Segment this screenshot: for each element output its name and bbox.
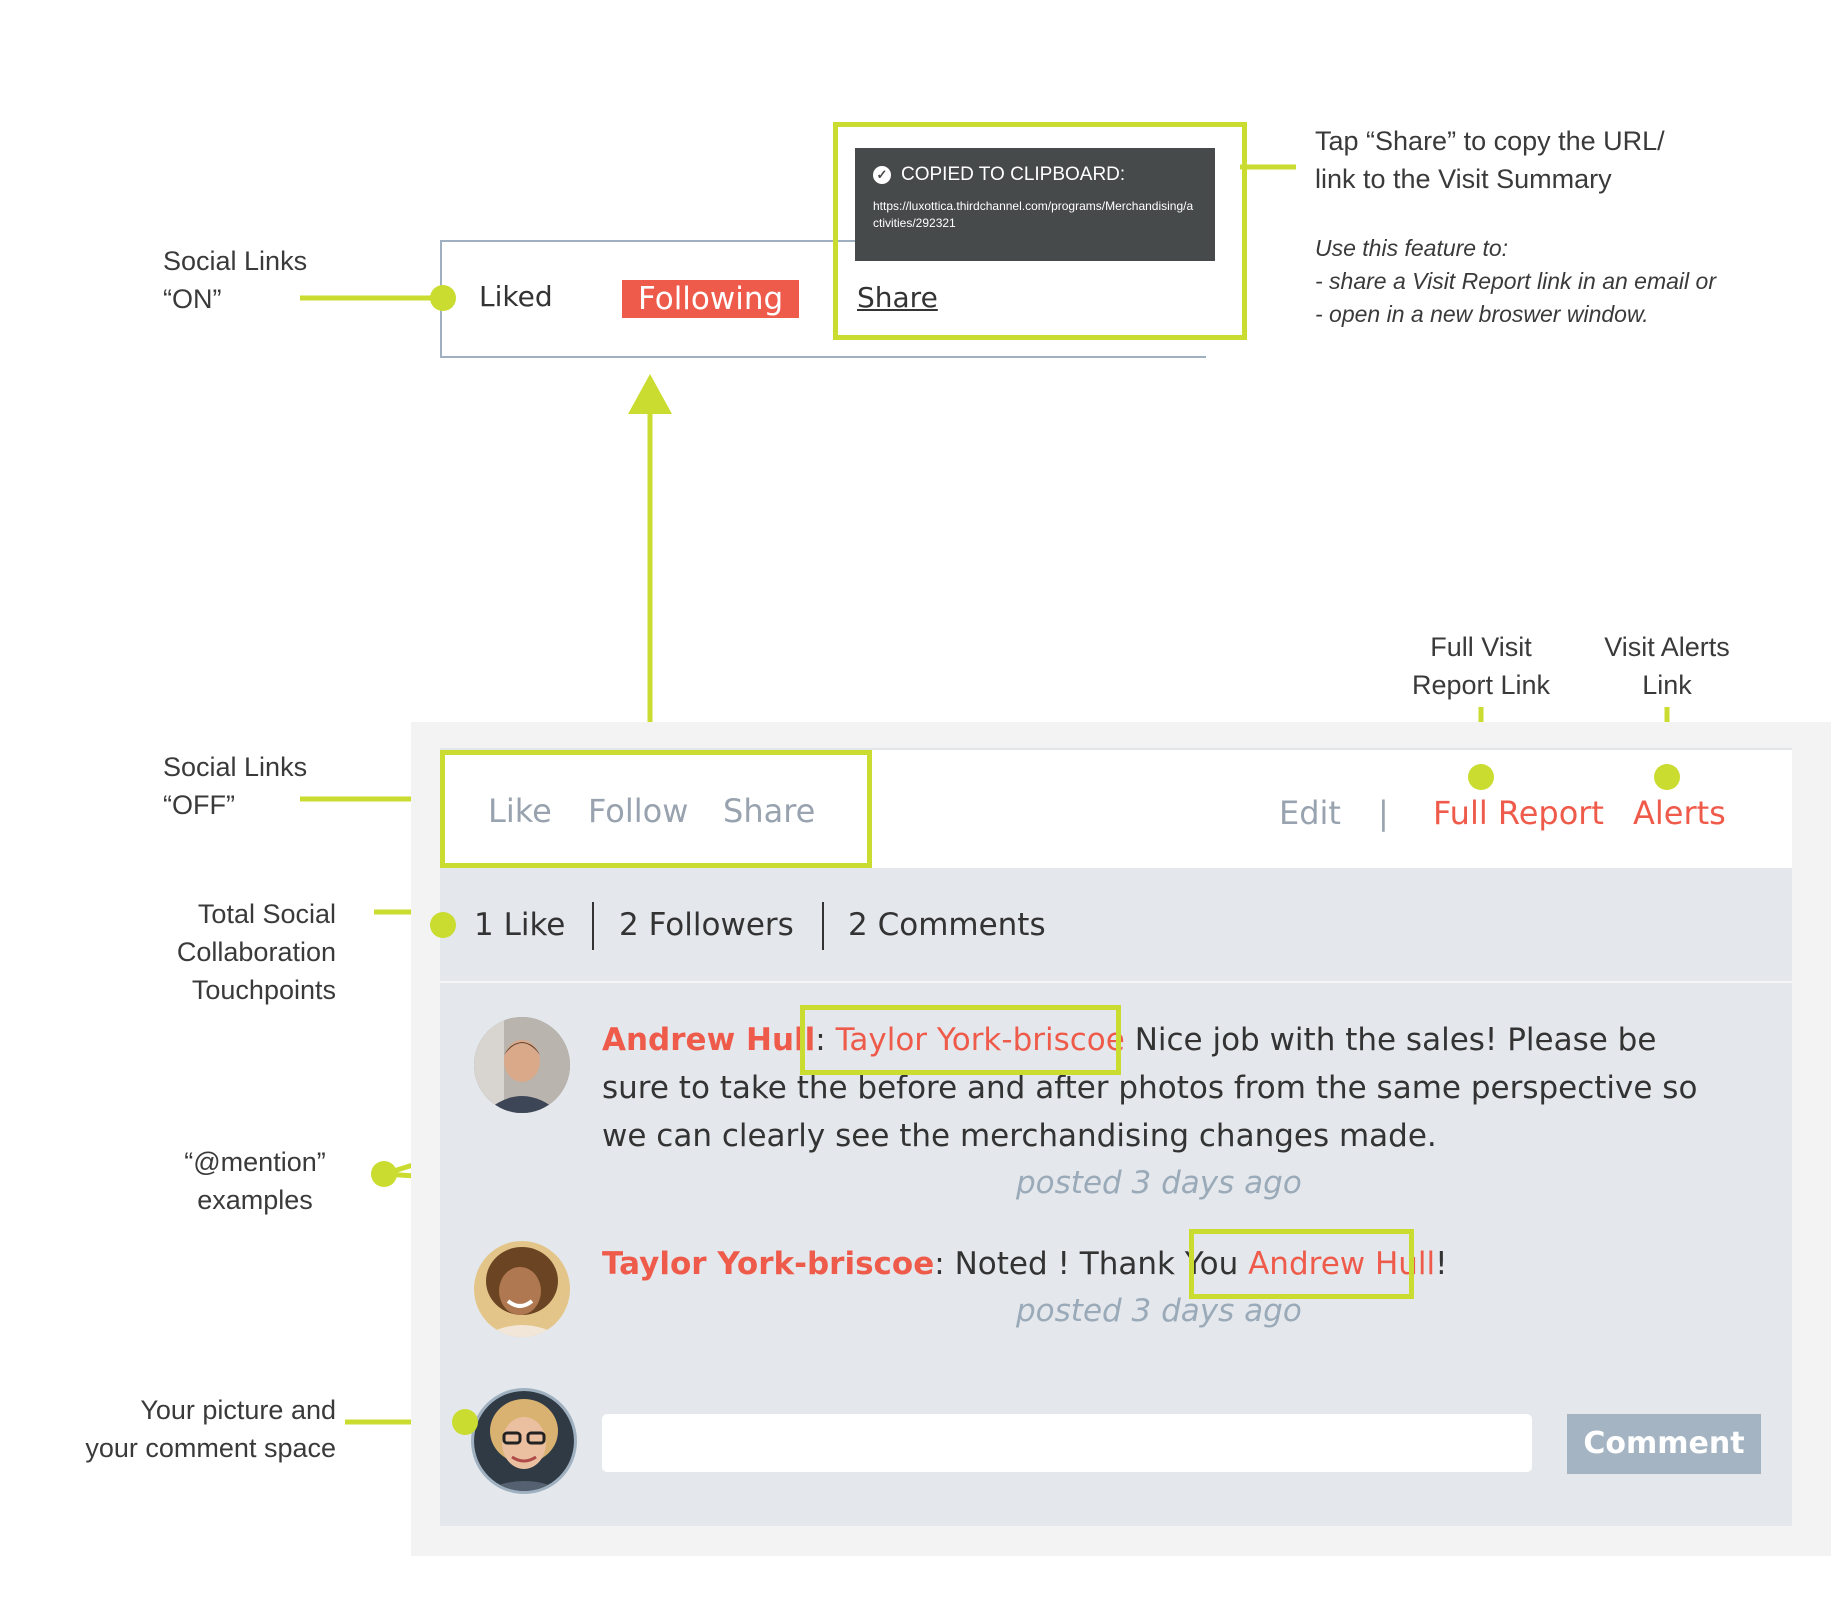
share-highlight [833,122,1247,340]
likes-count: 1 Like [474,907,566,943]
comment-input[interactable] [602,1414,1532,1472]
mention-highlight [1189,1229,1414,1299]
annotation-dot [430,912,456,938]
annotation-share-use: Use this feature to: - share a Visit Repo… [1315,235,1716,327]
followers-count: 2 Followers [619,907,794,943]
annotation-dot [430,285,456,311]
annotation-social-off: Social Links “OFF” [163,752,308,820]
annotation-your-picture: Your picture and your comment space [85,1395,336,1463]
comment-author[interactable]: Andrew Hull [602,1022,815,1058]
stats-separator [822,902,824,950]
stats-divider [440,981,1792,983]
comments-count: 2 Comments [848,907,1046,943]
annotation-touchpoints: Total Social Collaboration Touchpoints [176,899,336,1005]
avatar [474,1017,570,1113]
comment-time: posted 3 days ago [1016,1165,1302,1201]
annotation-mention: “@mention” examples [184,1147,326,1215]
avatar [474,1241,570,1337]
user-avatar [474,1391,574,1491]
edit-link[interactable]: Edit [1279,794,1341,832]
annotation-dot [371,1161,397,1187]
annotation-dot [1468,764,1494,790]
comment-author[interactable]: Taylor York-briscoe [602,1246,934,1282]
stats-separator [592,902,594,950]
social-off-highlight [440,750,872,868]
following-badge[interactable]: Following [622,280,800,318]
comment-body: Andrew Hull: Taylor York-briscoe Nice jo… [602,1022,1698,1154]
comment-button[interactable]: Comment [1567,1414,1761,1474]
alerts-link[interactable]: Alerts [1633,794,1726,832]
annotation-dot [1654,764,1680,790]
full-report-link[interactable]: Full Report [1433,794,1604,832]
annotation-dot [452,1409,478,1435]
mention-highlight [800,1005,1121,1075]
annotation-full-report: Full Visit Report Link [1411,632,1551,700]
liked-link[interactable]: Liked [479,280,553,313]
toolbar-separator: | [1378,794,1389,832]
comment-time: posted 3 days ago [1016,1293,1302,1329]
annotation-share-tip: Tap “Share” to copy the URL/link to the … [1315,126,1665,194]
annotation-social-on: Social Links “ON” [163,246,308,314]
annotation-alerts: Visit Alerts Link [1604,632,1730,700]
